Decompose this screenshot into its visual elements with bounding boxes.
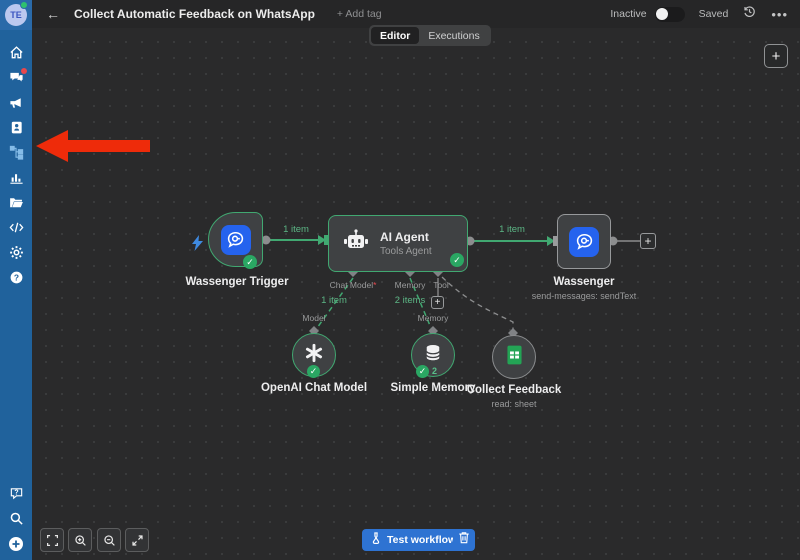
add-tag-button[interactable]: + Add tag xyxy=(337,8,382,20)
port-label-model: Model xyxy=(274,313,354,323)
database-icon xyxy=(423,343,443,368)
account-logo[interactable]: TE xyxy=(0,0,32,30)
zoom-in-button[interactable] xyxy=(68,528,92,552)
gear-icon xyxy=(9,245,24,260)
editor-tabs: Editor Executions xyxy=(369,25,491,46)
node-subtitle: Tools Agent xyxy=(380,246,432,257)
online-status-dot xyxy=(20,1,28,9)
reset-zoom-button[interactable] xyxy=(125,528,149,552)
sidebar-item-files[interactable] xyxy=(0,190,32,215)
search-icon xyxy=(9,511,24,526)
active-toggle[interactable] xyxy=(655,7,685,22)
sidebar-item-support[interactable]: ? xyxy=(0,481,32,506)
sidebar-item-contacts[interactable] xyxy=(0,115,32,140)
bar-chart-icon xyxy=(9,170,24,185)
saved-status: Saved xyxy=(699,8,729,20)
sidebar-item-help[interactable]: ? xyxy=(0,265,32,290)
help-icon: ? xyxy=(9,270,24,285)
success-check-icon: ✓ xyxy=(307,365,320,378)
workflow-canvas[interactable] xyxy=(32,28,800,560)
folder-icon xyxy=(9,195,24,210)
node-sublabel: send-messages: sendText xyxy=(504,291,664,301)
annotation-arrow xyxy=(36,130,150,162)
workflow-header: ← Collect Automatic Feedback on WhatsApp… xyxy=(32,0,800,28)
tab-executions[interactable]: Executions xyxy=(419,27,488,44)
notification-dot xyxy=(21,68,27,74)
back-button[interactable]: ← xyxy=(46,7,60,21)
port-label-tool: Tool xyxy=(401,280,481,290)
add-tool-button[interactable]: + xyxy=(431,296,444,309)
tab-editor[interactable]: Editor xyxy=(371,27,419,44)
active-state-label: Inactive xyxy=(610,8,646,20)
app-sidebar: TE ? xyxy=(0,0,32,560)
workflow-title: Collect Automatic Feedback on WhatsApp xyxy=(74,7,315,21)
add-node-button[interactable]: + xyxy=(764,44,788,68)
plus-circle-icon xyxy=(8,536,24,552)
test-workflow-button[interactable]: Test workflow xyxy=(362,529,466,551)
more-options-button[interactable]: ••• xyxy=(771,7,788,22)
wassenger-logo-icon xyxy=(221,225,251,255)
sidebar-item-home[interactable] xyxy=(0,40,32,65)
sidebar-item-settings[interactable] xyxy=(0,240,32,265)
sidebar-item-announcements[interactable] xyxy=(0,90,32,115)
google-sheets-icon xyxy=(506,345,523,370)
fit-view-button[interactable] xyxy=(40,528,64,552)
add-next-node-button[interactable]: + xyxy=(640,233,656,249)
code-icon xyxy=(9,220,24,235)
megaphone-icon xyxy=(9,95,24,110)
node-sublabel: read: sheet xyxy=(434,399,594,409)
node-label: Collect Feedback xyxy=(434,384,594,396)
flask-icon xyxy=(370,532,382,548)
success-check-icon: ✓ xyxy=(450,253,464,267)
node-wassenger[interactable] xyxy=(557,214,611,269)
sidebar-item-search[interactable] xyxy=(0,506,32,531)
toggle-knob xyxy=(656,8,668,20)
run-count: 2 xyxy=(432,366,437,376)
sidebar-item-conversations[interactable] xyxy=(0,65,32,90)
node-label: Wassenger Trigger xyxy=(157,276,317,288)
success-check-icon: ✓ xyxy=(243,255,257,269)
sidebar-item-analytics[interactable] xyxy=(0,165,32,190)
robot-icon xyxy=(342,229,370,258)
workflow-icon xyxy=(9,145,24,160)
contacts-icon xyxy=(9,120,24,135)
node-title: AI Agent xyxy=(380,230,432,244)
success-check-icon: ✓ xyxy=(416,365,429,378)
delete-button[interactable] xyxy=(453,529,475,551)
sidebar-item-code[interactable] xyxy=(0,215,32,240)
history-button[interactable] xyxy=(742,4,757,24)
wassenger-logo-icon xyxy=(569,227,599,257)
sidebar-item-add[interactable] xyxy=(0,531,32,556)
zoom-out-button[interactable] xyxy=(97,528,121,552)
trigger-bolt-icon xyxy=(191,235,205,256)
support-chat-icon: ? xyxy=(9,486,24,501)
port-label-memory-sub: Memory xyxy=(393,313,473,323)
test-workflow-label: Test workflow xyxy=(387,534,456,546)
home-icon xyxy=(9,45,24,60)
node-ai-agent[interactable]: AI Agent Tools Agent xyxy=(328,215,468,272)
node-collect-feedback[interactable] xyxy=(492,335,536,379)
node-label: Wassenger xyxy=(504,276,664,288)
sidebar-item-workflows[interactable] xyxy=(0,140,32,165)
trash-icon xyxy=(458,531,470,549)
svg-text:?: ? xyxy=(14,490,18,497)
svg-text:?: ? xyxy=(13,272,18,282)
